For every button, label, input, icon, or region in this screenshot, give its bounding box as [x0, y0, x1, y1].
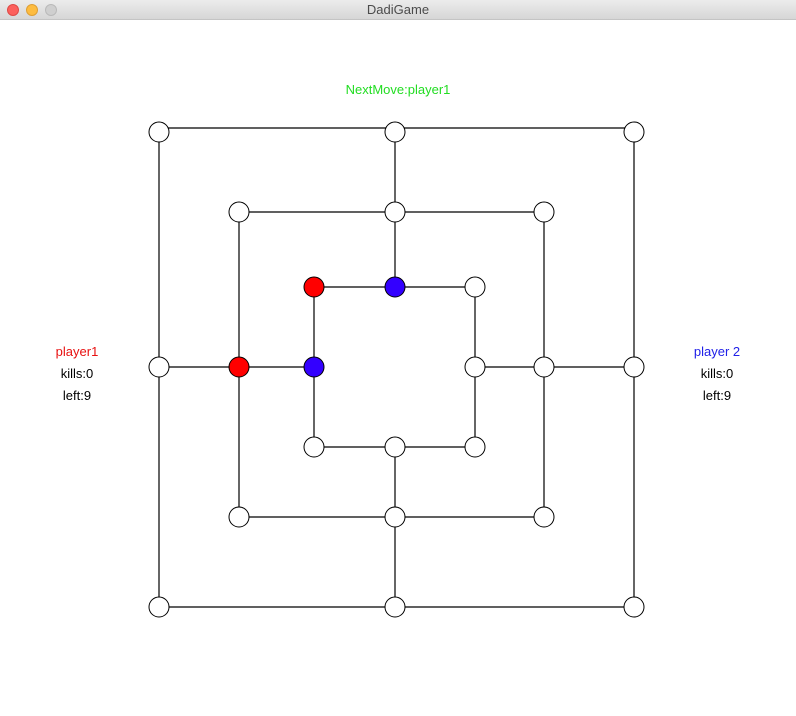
middle-bottom-right-empty-point[interactable] — [533, 506, 555, 528]
outer-bottom-right-empty-point[interactable] — [623, 596, 645, 618]
inner-middle-right-empty-point[interactable] — [464, 356, 486, 378]
outer-top-middle-empty-point[interactable] — [384, 121, 406, 143]
inner-middle-left-player2-piece[interactable] — [303, 356, 325, 378]
middle-bottom-middle-empty-point[interactable] — [384, 506, 406, 528]
inner-bottom-right-empty-point[interactable] — [464, 436, 486, 458]
inner-top-left-player1-piece[interactable] — [303, 276, 325, 298]
inner-top-right-empty-point[interactable] — [464, 276, 486, 298]
middle-top-middle-empty-point[interactable] — [384, 201, 406, 223]
outer-bottom-middle-empty-point[interactable] — [384, 596, 406, 618]
outer-middle-left-empty-point[interactable] — [148, 356, 170, 378]
middle-middle-right-empty-point[interactable] — [533, 356, 555, 378]
middle-bottom-left-empty-point[interactable] — [228, 506, 250, 528]
middle-top-left-empty-point[interactable] — [228, 201, 250, 223]
inner-bottom-middle-empty-point[interactable] — [384, 436, 406, 458]
middle-middle-left-player1-piece[interactable] — [228, 356, 250, 378]
middle-top-right-empty-point[interactable] — [533, 201, 555, 223]
outer-middle-right-empty-point[interactable] — [623, 356, 645, 378]
inner-top-middle-player2-piece[interactable] — [384, 276, 406, 298]
inner-ring-lines — [313, 286, 476, 448]
middle-ring-lines — [238, 211, 545, 518]
outer-top-right-empty-point[interactable] — [623, 121, 645, 143]
outer-top-left-empty-point[interactable] — [148, 121, 170, 143]
outer-bottom-left-empty-point[interactable] — [148, 596, 170, 618]
inner-bottom-left-empty-point[interactable] — [303, 436, 325, 458]
game-board — [148, 121, 645, 618]
